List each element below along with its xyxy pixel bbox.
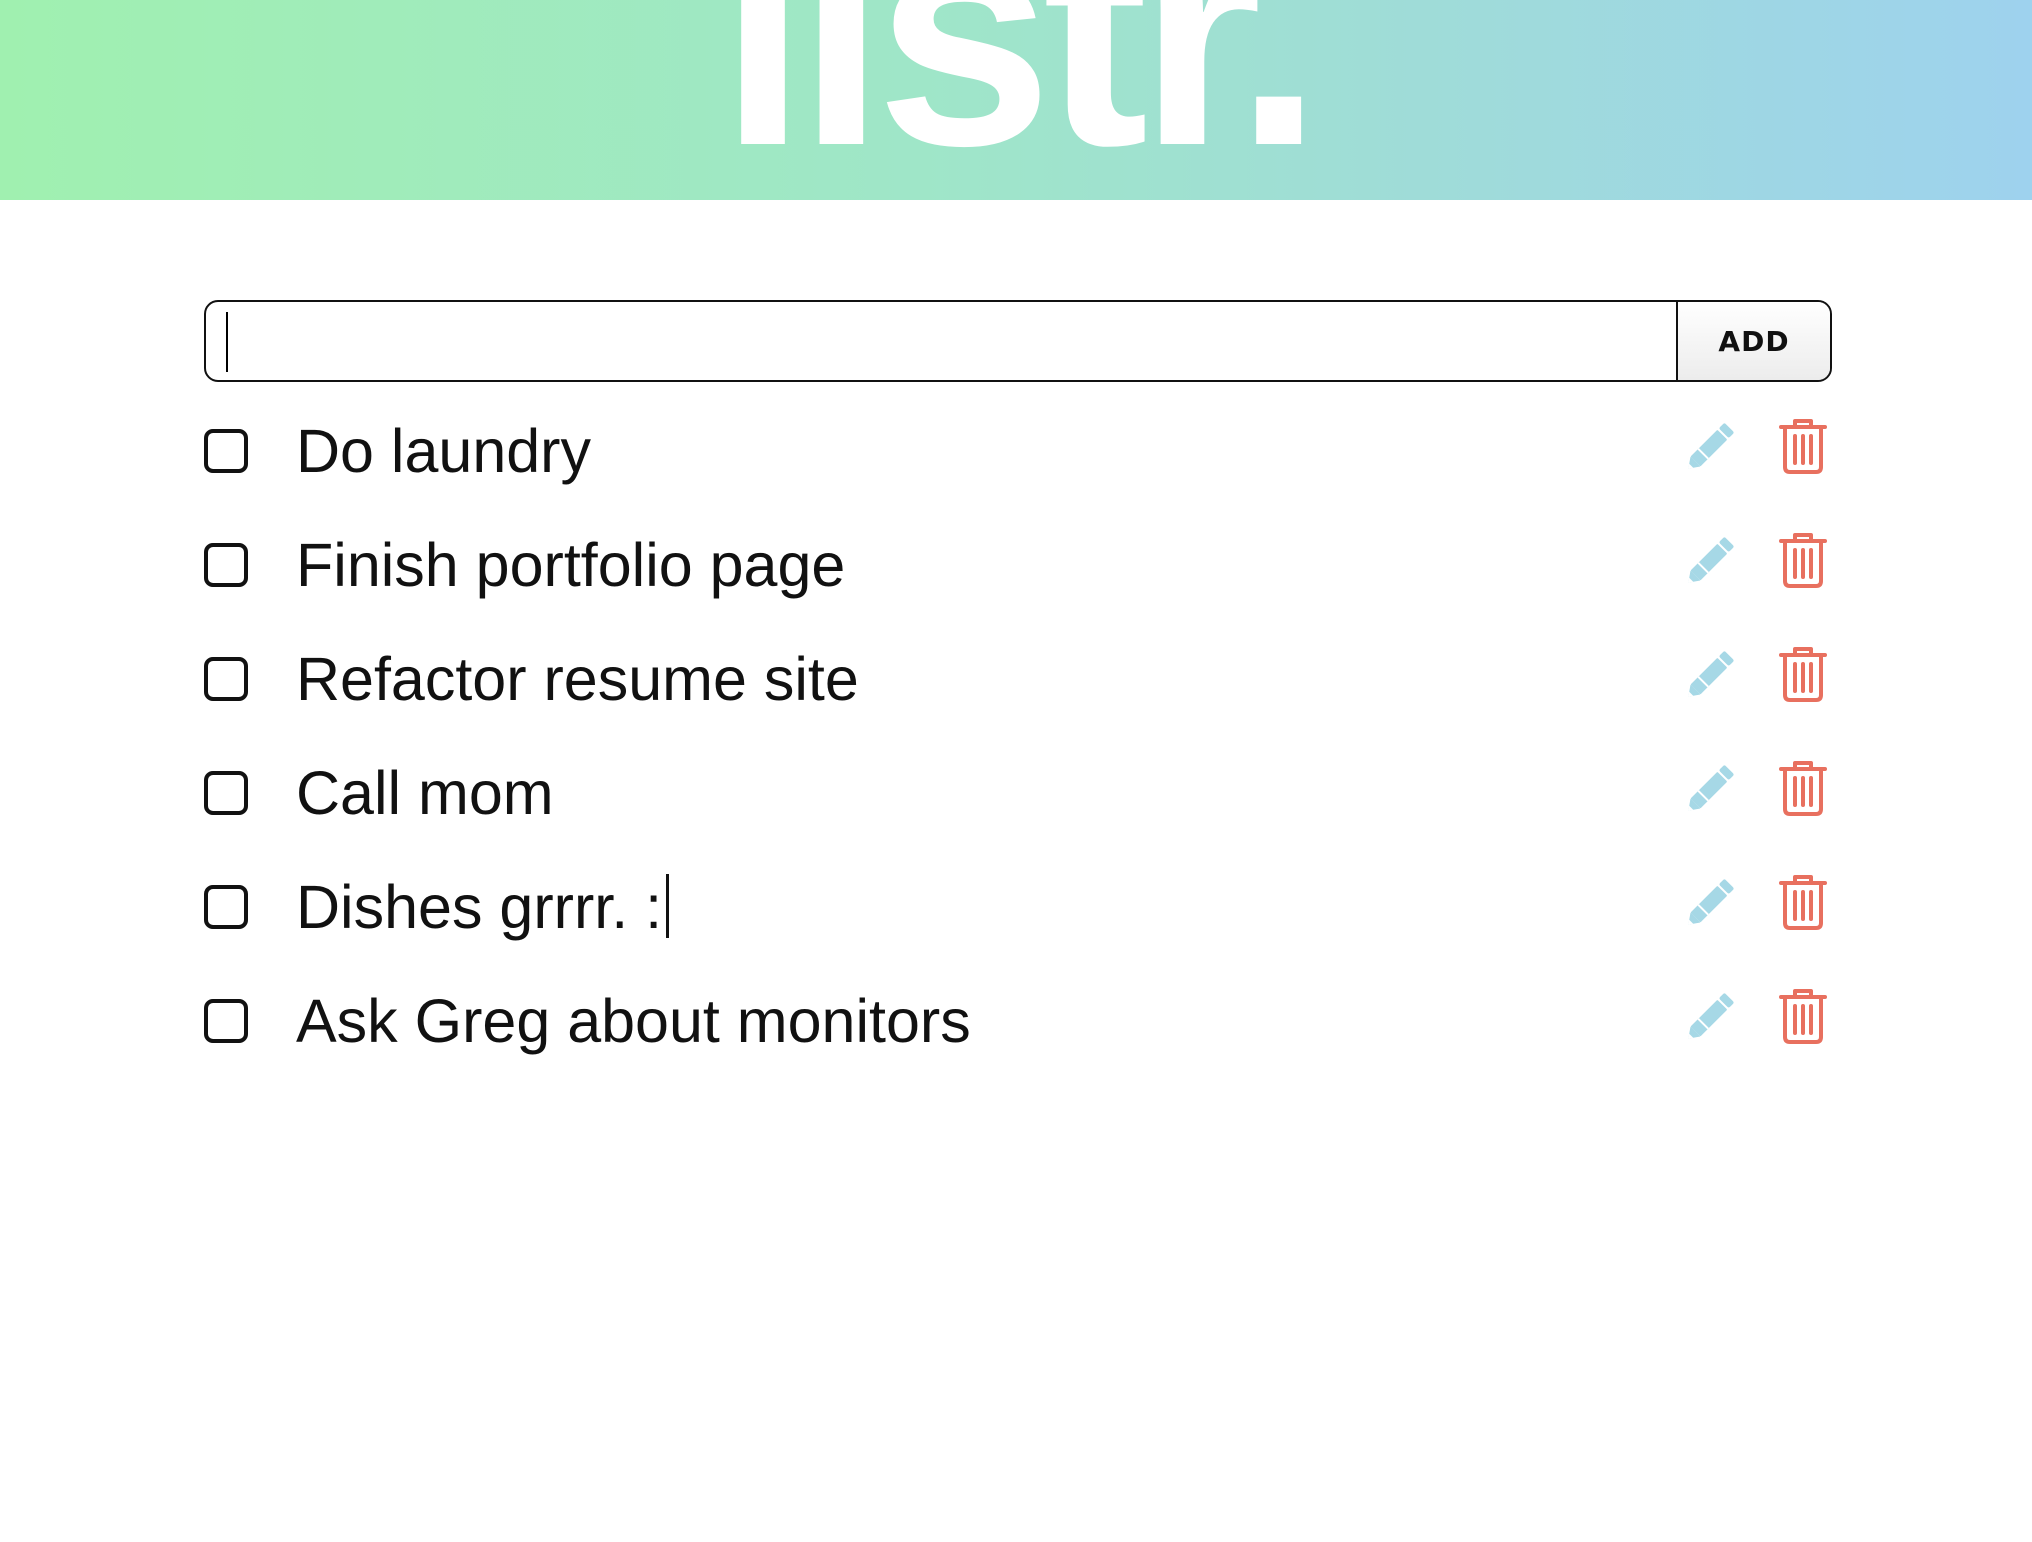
todo-actions: [1682, 987, 1832, 1045]
pencil-icon[interactable]: [1682, 417, 1740, 475]
trash-icon[interactable]: [1774, 759, 1832, 817]
todo-text: Refactor resume site: [296, 645, 859, 713]
todo-checkbox[interactable]: [204, 657, 248, 701]
todo-actions: [1682, 417, 1832, 475]
pencil-icon[interactable]: [1682, 531, 1740, 589]
pencil-icon[interactable]: [1682, 987, 1740, 1045]
trash-icon[interactable]: [1774, 873, 1832, 931]
todo-item: Do laundry: [204, 394, 1832, 508]
todo-text: Dishes grrrr. :: [296, 873, 663, 941]
todo-checkbox[interactable]: [204, 771, 248, 815]
todo-item-editing: Dishes grrrr. :: [204, 850, 1832, 964]
todo-text: Ask Greg about monitors: [296, 987, 971, 1055]
app-logo: listr.: [718, 0, 1323, 200]
todo-text: Finish portfolio page: [296, 531, 846, 599]
new-task-input[interactable]: [206, 302, 1676, 380]
trash-icon[interactable]: [1774, 417, 1832, 475]
trash-icon[interactable]: [1774, 987, 1832, 1045]
add-task-form: ADD: [204, 300, 1832, 382]
text-caret: [666, 874, 670, 938]
todo-actions: [1682, 873, 1832, 931]
todo-item: Finish portfolio page: [204, 508, 1832, 622]
todo-checkbox[interactable]: [204, 885, 248, 929]
todo-checkbox[interactable]: [204, 543, 248, 587]
main-content: ADD Do laundry Finish portfolio page Ref…: [204, 300, 1832, 1078]
todo-text: Call mom: [296, 759, 554, 827]
pencil-icon[interactable]: [1682, 645, 1740, 703]
input-caret: [226, 312, 228, 372]
todo-checkbox[interactable]: [204, 999, 248, 1043]
todo-text: Do laundry: [296, 417, 591, 485]
todo-text-editing[interactable]: Dishes grrrr. :: [296, 872, 1682, 942]
todo-actions: [1682, 645, 1832, 703]
todo-list: Do laundry Finish portfolio page Refacto…: [204, 394, 1832, 1078]
trash-icon[interactable]: [1774, 531, 1832, 589]
todo-actions: [1682, 759, 1832, 817]
todo-item: Refactor resume site: [204, 622, 1832, 736]
todo-checkbox[interactable]: [204, 429, 248, 473]
trash-icon[interactable]: [1774, 645, 1832, 703]
todo-item: Ask Greg about monitors: [204, 964, 1832, 1078]
pencil-icon[interactable]: [1682, 759, 1740, 817]
add-button[interactable]: ADD: [1676, 302, 1830, 380]
app-header: listr.: [0, 0, 2032, 200]
pencil-icon[interactable]: [1682, 873, 1740, 931]
todo-item: Call mom: [204, 736, 1832, 850]
todo-actions: [1682, 531, 1832, 589]
